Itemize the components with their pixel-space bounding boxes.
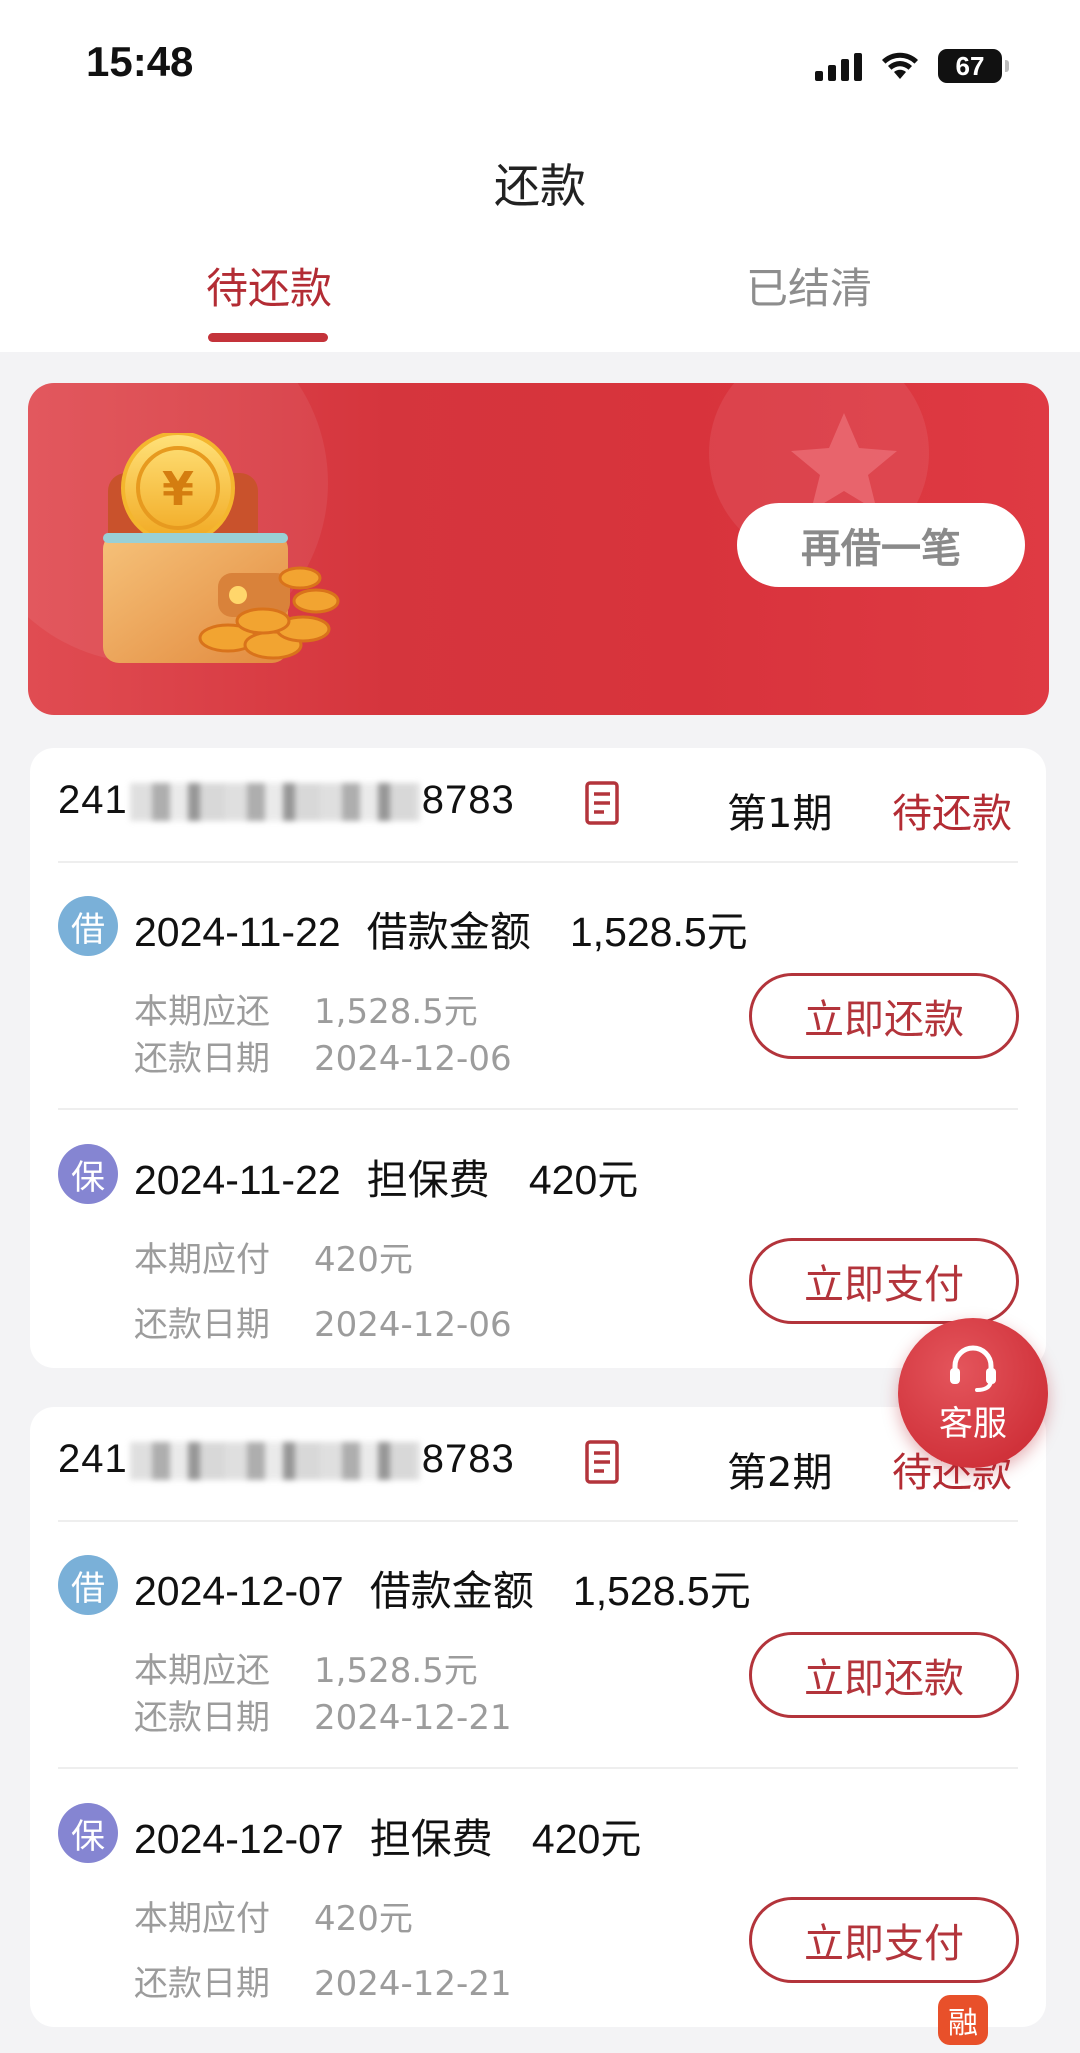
redacted-area xyxy=(129,1442,420,1481)
active-tab-indicator xyxy=(208,333,328,342)
wallet-coins-icon: ¥ xyxy=(103,433,340,663)
divider xyxy=(58,1767,1018,1769)
card-header: 241 8783 第2期 待还款 xyxy=(30,1407,1046,1517)
due-amount-row: 本期应还 1,528.5元 xyxy=(134,992,478,1032)
redacted-area xyxy=(129,783,420,822)
order-number: 241 8783 xyxy=(58,1437,515,1481)
loan-badge: 借 xyxy=(58,1555,118,1615)
due-date-row: 还款日期 2024-12-06 xyxy=(134,1039,512,1079)
pay-now-button[interactable]: 立即支付 xyxy=(749,1238,1019,1324)
headset-icon xyxy=(950,1345,996,1392)
period-label: 第2期 xyxy=(727,1450,833,1496)
document-icon[interactable] xyxy=(582,1439,622,1485)
borrow-again-button[interactable]: 再借一笔 xyxy=(737,503,1025,587)
due-date-row: 还款日期 2024-12-21 xyxy=(134,1698,512,1738)
status-bar: 15:48 67 xyxy=(0,0,1080,130)
status-icons: 67 xyxy=(815,46,1009,86)
due-amount-row: 本期应付 420元 xyxy=(134,1240,413,1280)
watermark-logo-icon: 融 xyxy=(938,1995,988,2045)
card-header: 241 8783 第1期 待还款 xyxy=(30,748,1046,858)
customer-service-label: 客服 xyxy=(939,1403,1007,1444)
page-title: 还款 xyxy=(494,159,586,213)
guarantee-badge: 保 xyxy=(58,1803,118,1863)
repay-now-button[interactable]: 立即还款 xyxy=(749,1632,1019,1718)
due-amount-row: 本期应付 420元 xyxy=(134,1899,413,1939)
tab-settled[interactable]: 已结清 xyxy=(746,255,872,316)
guarantee-badge: 保 xyxy=(58,1144,118,1204)
customer-service-button[interactable]: 客服 xyxy=(898,1318,1048,1468)
loan-badge: 借 xyxy=(58,896,118,956)
period-label: 第1期 xyxy=(727,791,833,837)
wifi-icon xyxy=(882,52,918,79)
tab-pending[interactable]: 待还款 xyxy=(206,255,332,316)
top-area: 15:48 67 还款 待还款 已结清 xyxy=(0,0,1080,352)
repayment-card: 241 8783 第2期 待还款 借 2024-12-07 借款金额 1,528.… xyxy=(30,1407,1046,2027)
promo-banner[interactable]: ¥ 再借一笔 xyxy=(28,383,1049,715)
due-date-row: 还款日期 2024-12-06 xyxy=(134,1305,512,1345)
guarantee-fee-item: 保 2024-12-07 担保费 420元 本期应付 420元 还款日期 2024-… xyxy=(30,1803,1046,2053)
battery-icon: 67 xyxy=(938,49,1009,83)
order-number: 241 8783 xyxy=(58,778,515,822)
item-title: 2024-12-07 借款金额 1,528.5元 xyxy=(134,1567,751,1615)
svg-text:¥: ¥ xyxy=(162,462,194,516)
pay-now-button[interactable]: 立即支付 xyxy=(749,1897,1019,1983)
status-time: 15:48 xyxy=(86,38,194,85)
repay-now-button[interactable]: 立即还款 xyxy=(749,973,1019,1059)
cellular-signal-icon xyxy=(815,51,862,81)
item-title: 2024-12-07 担保费 420元 xyxy=(134,1815,642,1863)
divider xyxy=(58,1520,1018,1522)
repayment-card: 241 8783 第1期 待还款 借 2024-11-22 借款金额 1,528.… xyxy=(30,748,1046,1368)
tab-bar: 待还款 已结清 xyxy=(0,255,1080,350)
document-icon[interactable] xyxy=(582,780,622,826)
watermark: 融 xyxy=(938,1995,988,2045)
status-badge: 待还款 xyxy=(892,791,1012,837)
item-title: 2024-11-22 借款金额 1,528.5元 xyxy=(134,908,748,956)
due-amount-row: 本期应还 1,528.5元 xyxy=(134,1651,478,1691)
guarantee-fee-item: 保 2024-11-22 担保费 420元 本期应付 420元 还款日期 2024-… xyxy=(30,1144,1046,1394)
divider xyxy=(58,861,1018,863)
due-date-row: 还款日期 2024-12-21 xyxy=(134,1964,512,2004)
divider xyxy=(58,1108,1018,1110)
item-title: 2024-11-22 担保费 420元 xyxy=(134,1156,639,1204)
